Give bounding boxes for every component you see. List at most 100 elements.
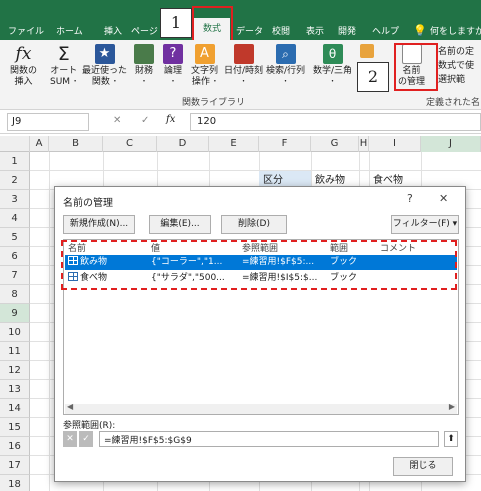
create-from-selection-item[interactable]: 選択範 [438, 72, 465, 85]
delete-name-button[interactable]: 削除(D) [221, 215, 287, 234]
row-header[interactable]: 11 [0, 342, 30, 361]
formula-bar: J9 ✕ ✓ fx 120 [0, 110, 481, 134]
highlight-names-rows [61, 240, 457, 290]
close-icon[interactable]: ✕ [439, 192, 448, 205]
col-header-j[interactable]: J [421, 136, 481, 152]
text-functions-button[interactable]: A 文字列 操作 ･ [191, 44, 218, 88]
tell-me-search[interactable]: 何をしますか [430, 24, 481, 37]
datetime-button[interactable]: 日付/時刻 ･ [224, 44, 263, 88]
row-header[interactable]: 13 [0, 380, 30, 399]
datetime-label: 日付/時刻 [224, 66, 264, 76]
name-manager-dialog: 名前の管理 ? ✕ 新規作成(N)... 編集(E)... 削除(D) フィルタ… [54, 186, 466, 482]
col-header-g[interactable]: G [311, 136, 359, 152]
tab-insert[interactable]: 挿入 [104, 24, 122, 37]
col-header-b[interactable]: B [49, 136, 103, 152]
row-header[interactable]: 12 [0, 361, 30, 380]
highlight-name-manager [394, 43, 438, 91]
tab-view[interactable]: 表示 [306, 24, 324, 37]
tab-home[interactable]: ホーム [56, 24, 83, 37]
col-header-h[interactable]: H [359, 136, 369, 152]
col-header-e[interactable]: E [209, 136, 259, 152]
tab-help[interactable]: ヘルプ [372, 24, 399, 37]
recent-functions-button[interactable]: ★ 最近使った 関数 ･ [82, 44, 127, 88]
insert-function-label: 関数の [10, 66, 38, 76]
lookup-label: 検索/行列 [266, 66, 306, 76]
lightbulb-icon: 💡 [413, 24, 427, 37]
define-name-item[interactable]: 名前の定 [438, 44, 474, 57]
col-header-a[interactable]: A [30, 136, 49, 152]
row-header[interactable]: 9 [0, 304, 30, 323]
star-icon: ★ [94, 44, 115, 64]
datetime-label2: ･ [241, 77, 246, 87]
help-icon[interactable]: ? [407, 192, 413, 205]
scroll-right-icon[interactable]: ▶ [449, 402, 455, 411]
row-header[interactable]: 16 [0, 437, 30, 456]
row-header[interactable]: 8 [0, 285, 30, 304]
finance-icon [134, 44, 154, 64]
row-header[interactable]: 14 [0, 399, 30, 418]
edit-name-button[interactable]: 編集(E)... [149, 215, 211, 234]
row-header[interactable]: 7 [0, 266, 30, 285]
financial-button[interactable]: 財務 ･ [134, 44, 154, 88]
datetime-icon [233, 44, 254, 64]
horizontal-scrollbar[interactable]: ◀ ▶ [65, 402, 457, 414]
financial-label: 財務 [134, 66, 153, 76]
confirm-icon[interactable]: ✓ [141, 115, 149, 126]
filter-button[interactable]: フィルター(F) ▾ [391, 215, 459, 234]
tab-review[interactable]: 校閲 [272, 24, 290, 37]
insert-function-button[interactable]: fx 関数の 挿入 [10, 44, 37, 88]
recent-label: 最近使った [82, 66, 128, 76]
formula-input[interactable]: 120 [190, 113, 481, 131]
collapse-dialog-icon[interactable]: ⬆ [444, 431, 458, 447]
autosum-button[interactable]: Σ オート SUM ･ [50, 44, 77, 88]
ref-input[interactable]: =練習用!$F$5:$G$9 [99, 431, 439, 447]
row-header[interactable]: 3 [0, 190, 30, 209]
fx-button[interactable]: fx [166, 114, 175, 125]
col-header-f[interactable]: F [259, 136, 311, 152]
tab-developer[interactable]: 開発 [338, 24, 356, 37]
autosum-label: オート [50, 66, 78, 76]
row-header[interactable]: 6 [0, 247, 30, 266]
tab-page[interactable]: ページ [131, 24, 158, 37]
logical-label2: ･ [170, 77, 176, 87]
close-button[interactable]: 閉じる [393, 457, 453, 476]
autosum-icon: Σ [57, 43, 70, 65]
recent-label2: 関数 ･ [91, 77, 118, 87]
tab-file[interactable]: ファイル [8, 24, 44, 37]
col-header-i[interactable]: I [369, 136, 421, 152]
ribbon-tabs: ファイル ホーム 挿入 ページ 数式 データ 校閲 表示 開発 ヘルプ 💡 何を… [0, 0, 481, 40]
math-button[interactable]: θ 数学/三角 ･ [313, 44, 352, 88]
col-header-d[interactable]: D [157, 136, 209, 152]
tab-data[interactable]: データ [236, 24, 263, 37]
defined-names-label: 定義された名 [426, 98, 481, 108]
row-header[interactable]: 10 [0, 323, 30, 342]
row-header[interactable]: 18 [0, 475, 30, 491]
autosum-label2: SUM ･ [50, 77, 78, 87]
name-box[interactable]: J9 [7, 113, 89, 131]
row-header[interactable]: 2 [0, 171, 30, 190]
more-functions-button[interactable] [360, 44, 374, 60]
excel-window: ファイル ホーム 挿入 ページ 数式 データ 校閲 表示 開発 ヘルプ 💡 何を… [0, 0, 481, 491]
scroll-left-icon[interactable]: ◀ [67, 402, 73, 411]
cancel-ref-icon[interactable]: ✕ [63, 431, 77, 447]
financial-label2: ･ [141, 77, 147, 87]
confirm-ref-icon[interactable]: ✓ [79, 431, 93, 447]
math-label: 数学/三角 [313, 66, 353, 76]
lookup-label2: ･ [283, 77, 288, 87]
row-header[interactable]: 17 [0, 456, 30, 475]
lookup-button[interactable]: ⌕ 検索/行列 ･ [266, 44, 305, 88]
row-header[interactable]: 1 [0, 152, 30, 171]
row-header[interactable]: 15 [0, 418, 30, 437]
column-headers: A B C D E F G H I J [0, 136, 481, 152]
use-in-formula-item[interactable]: 数式で使 [438, 58, 474, 71]
new-name-button[interactable]: 新規作成(N)... [63, 215, 135, 234]
cancel-icon[interactable]: ✕ [113, 115, 121, 126]
logical-label: 論理 [163, 66, 182, 76]
callout-1: 1 [160, 8, 192, 38]
logic-icon: ? [163, 44, 183, 64]
col-header-c[interactable]: C [103, 136, 157, 152]
row-header[interactable]: 5 [0, 228, 30, 247]
select-all-corner[interactable] [0, 136, 30, 152]
row-header[interactable]: 4 [0, 209, 30, 228]
logical-button[interactable]: ? 論理 ･ [163, 44, 183, 88]
